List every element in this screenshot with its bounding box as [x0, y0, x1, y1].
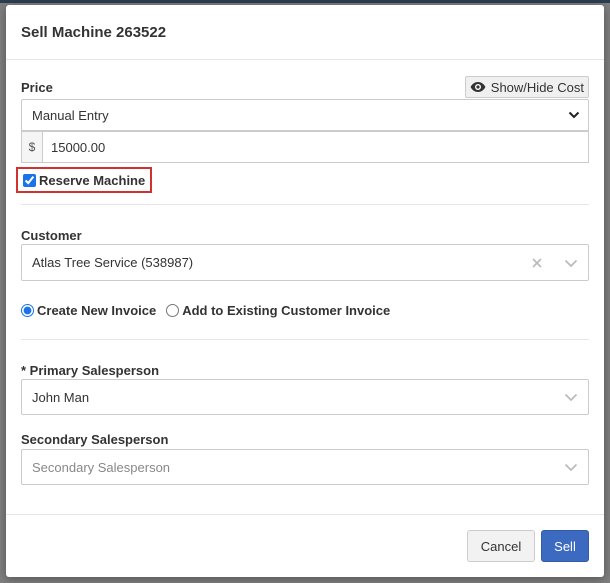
customer-select[interactable]: Atlas Tree Service (538987) [21, 244, 589, 281]
customer-label: Customer [21, 228, 82, 243]
divider [21, 204, 589, 205]
reserve-machine-option[interactable]: Reserve Machine [16, 167, 152, 193]
invoice-option-group: Create New Invoice Add to Existing Custo… [21, 301, 400, 319]
primary-salesperson-select[interactable]: John Man [21, 379, 589, 415]
secondary-salesperson-placeholder: Secondary Salesperson [32, 459, 171, 475]
add-existing-invoice-radio[interactable] [166, 303, 180, 317]
sell-button[interactable]: Sell [541, 530, 589, 562]
price-amount-input[interactable] [43, 132, 588, 162]
currency-addon: $ [22, 132, 43, 162]
eye-icon [470, 82, 486, 92]
sell-machine-dialog: Sell Machine 263522 Price Show/Hide Cost… [6, 5, 604, 577]
price-mode-value: Manual Entry [32, 107, 109, 123]
secondary-salesperson-label: Secondary Salesperson [21, 432, 169, 447]
primary-salesperson-label: * Primary Salesperson [21, 363, 160, 378]
secondary-salesperson-select[interactable]: Secondary Salesperson [21, 449, 589, 485]
divider [21, 339, 589, 340]
cancel-button[interactable]: Cancel [467, 530, 535, 562]
create-new-invoice-radio[interactable] [21, 303, 34, 317]
clear-icon[interactable] [531, 257, 543, 269]
modal-title: Sell Machine 263522 [21, 23, 167, 41]
chevron-down-icon [568, 111, 580, 119]
price-label: Price [21, 80, 53, 95]
modal-body: Price Show/Hide Cost Manual Entry $ Res [6, 60, 604, 514]
customer-value: Atlas Tree Service (538987) [32, 255, 194, 270]
chevron-down-icon [564, 393, 578, 402]
add-existing-invoice-label: Add to Existing Customer Invoice [182, 302, 391, 318]
show-hide-cost-button[interactable]: Show/Hide Cost [464, 76, 589, 98]
price-row: Price Show/Hide Cost [21, 76, 589, 98]
chevron-down-icon [564, 463, 578, 472]
price-amount-group: $ [21, 131, 589, 163]
primary-salesperson-value: John Man [32, 389, 90, 405]
chevron-down-icon [564, 259, 578, 267]
modal-footer: Cancel Sell [6, 514, 604, 577]
modal-header: Sell Machine 263522 [6, 5, 604, 60]
reserve-machine-label: Reserve Machine [39, 172, 146, 188]
create-new-invoice-label: Create New Invoice [37, 302, 157, 318]
show-hide-cost-label: Show/Hide Cost [490, 79, 584, 95]
reserve-machine-checkbox[interactable] [23, 173, 36, 187]
background-top-bar [0, 0, 610, 3]
price-mode-select[interactable]: Manual Entry [21, 99, 589, 131]
